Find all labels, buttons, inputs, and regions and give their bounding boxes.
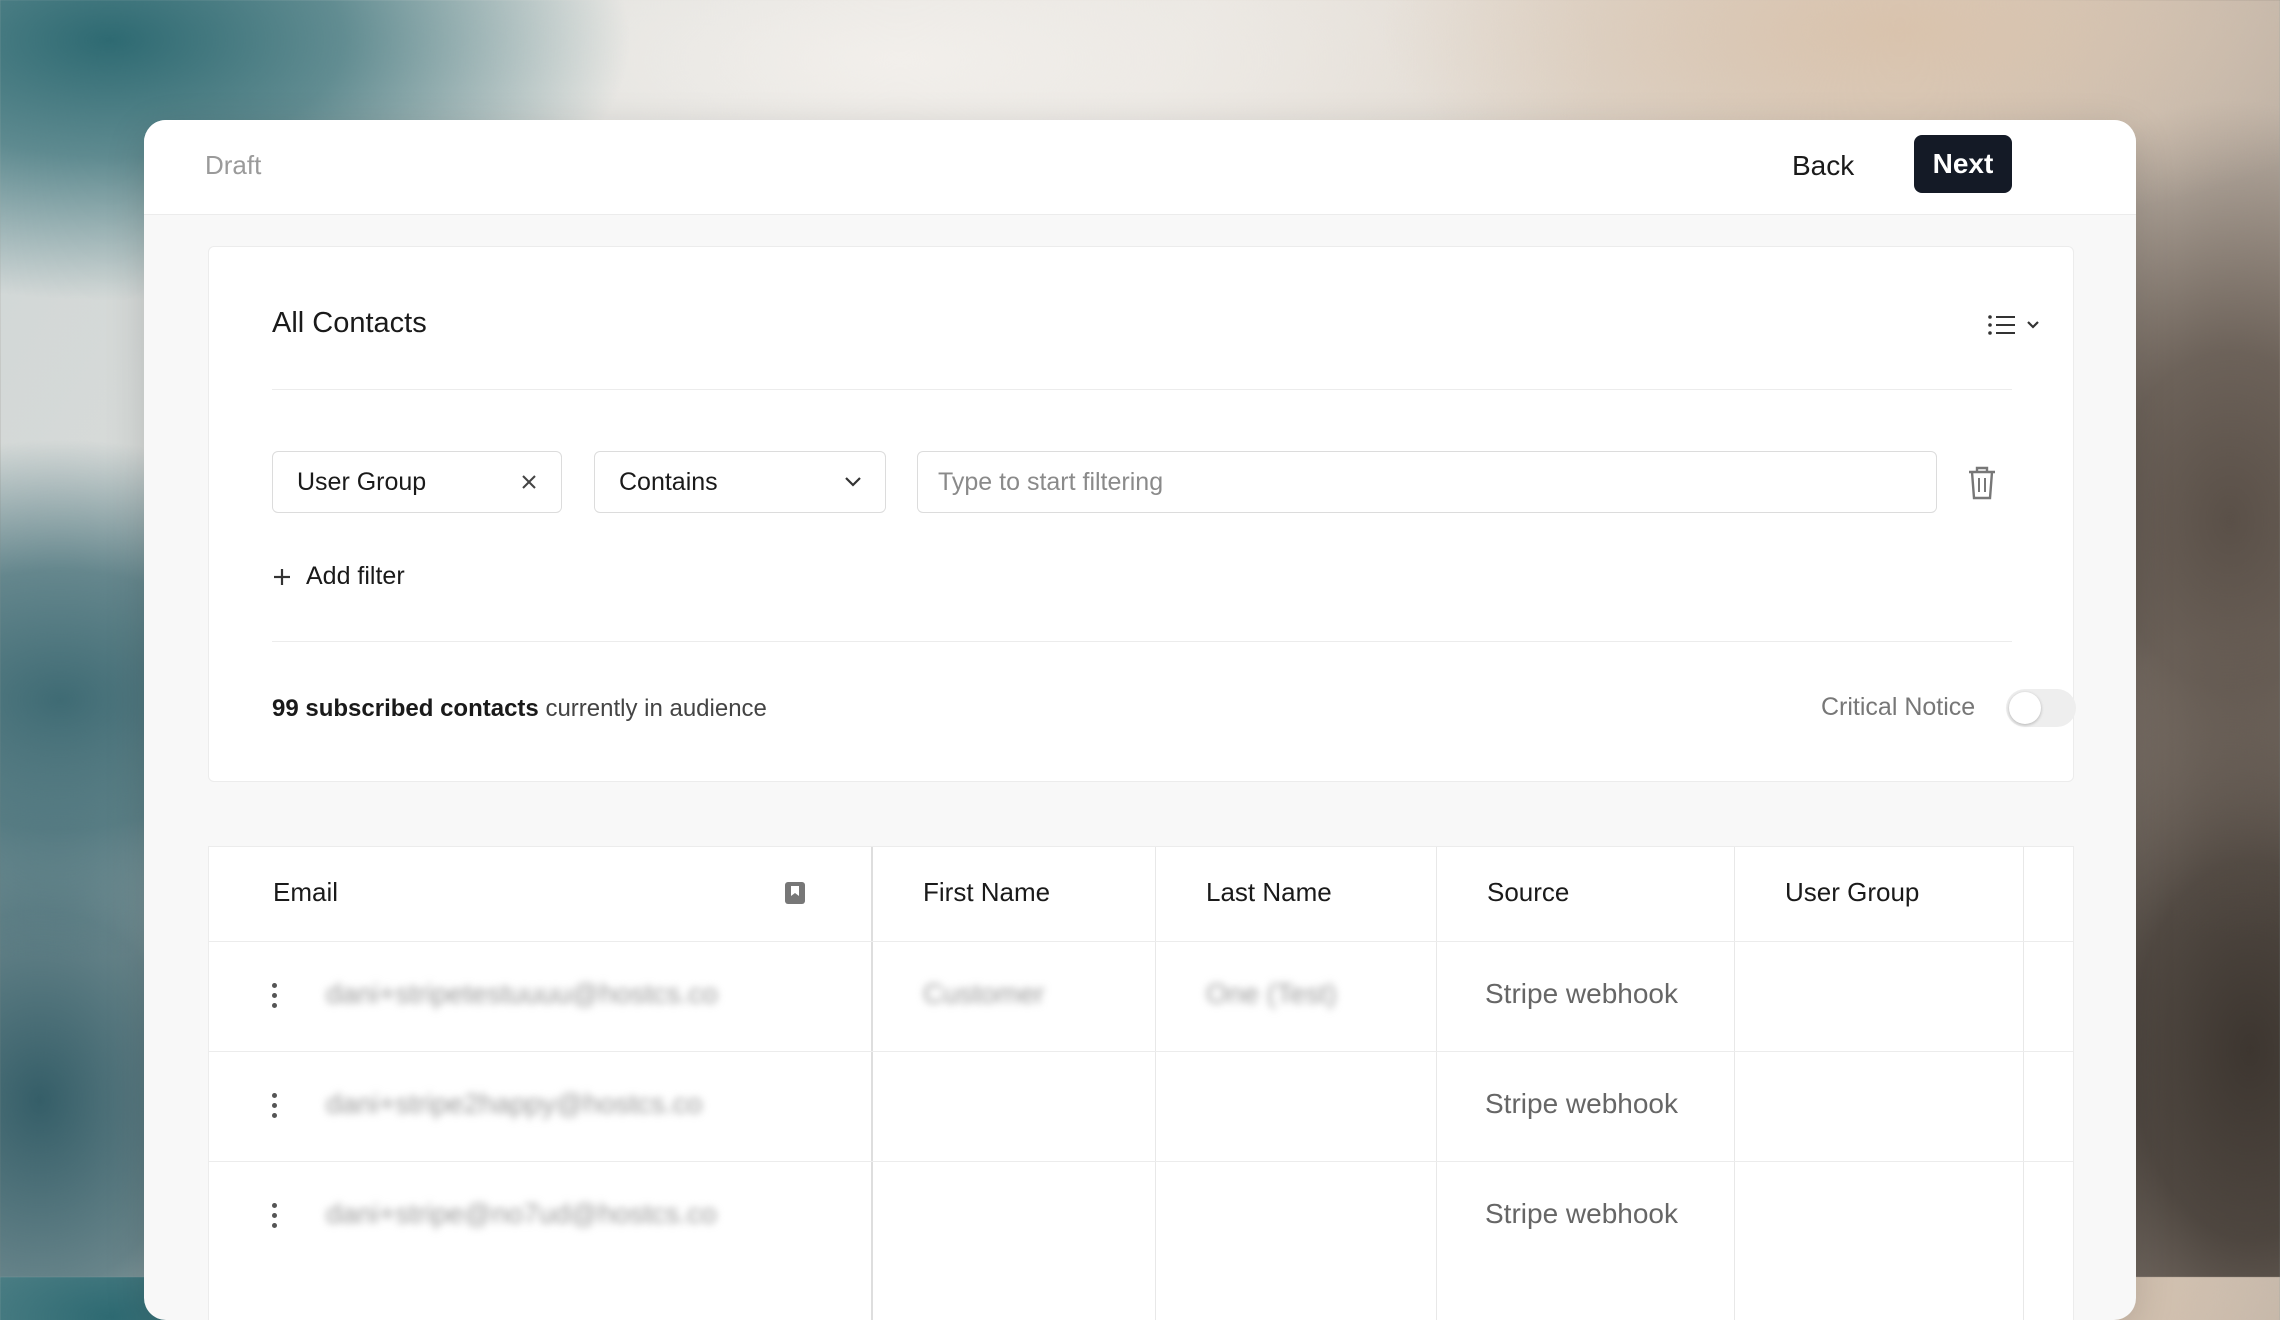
bookmark-icon[interactable] [784, 881, 806, 905]
column-divider [1155, 847, 1156, 1320]
chevron-down-icon [2027, 321, 2039, 329]
contacts-table: Email First Name Last Name Source User G… [208, 846, 2074, 1320]
view-options-button[interactable] [1987, 309, 2047, 341]
filter-field-select[interactable]: User Group [272, 451, 562, 513]
back-button[interactable]: Back [1792, 150, 1854, 182]
critical-notice-label: Critical Notice [1821, 693, 1976, 721]
toggle-knob [2009, 692, 2041, 724]
row-divider [209, 1161, 2073, 1162]
column-header-user-group[interactable]: User Group [1785, 877, 1919, 908]
chevron-down-icon [845, 477, 861, 487]
column-header-source[interactable]: Source [1487, 877, 1569, 908]
last-name-cell: One (Test) [1206, 978, 1337, 1009]
first-name-cell: Customer [923, 978, 1045, 1009]
trash-icon[interactable] [1965, 465, 1999, 501]
status-label: Draft [205, 150, 262, 180]
add-filter-label: Add filter [306, 562, 405, 590]
audience-card: All Contacts User Group Contains Type to… [208, 246, 2076, 782]
row-menu-button[interactable] [272, 983, 278, 1011]
critical-notice-toggle[interactable] [2006, 689, 2076, 727]
column-header-first-name[interactable]: First Name [923, 877, 1050, 908]
source-cell: Stripe webhook [1485, 1198, 1679, 1229]
row-divider [209, 941, 2073, 942]
divider [272, 389, 2012, 390]
next-button[interactable]: Next [1914, 135, 2012, 193]
audience-title: All Contacts [272, 307, 427, 339]
campaign-window: Draft Back Next All Contacts User Group [144, 120, 2136, 1320]
close-icon[interactable] [519, 472, 539, 492]
source-cell: Stripe webhook [1485, 1088, 1679, 1119]
filter-field-value: User Group [297, 467, 427, 496]
top-bar: Draft Back Next [144, 120, 2136, 215]
column-header-email[interactable]: Email [273, 877, 338, 908]
add-filter-button[interactable]: Add filter [272, 562, 405, 591]
row-divider [209, 1051, 2073, 1052]
filter-operator-select[interactable]: Contains [594, 451, 886, 513]
email-cell: dani+stripetestuuuu@hostcs.co [326, 978, 718, 1009]
summary-suffix: currently in audience [545, 695, 767, 722]
row-menu-button[interactable] [272, 1203, 278, 1231]
column-divider [2023, 847, 2024, 1320]
column-divider [1734, 847, 1735, 1320]
row-menu-button[interactable] [272, 1093, 278, 1121]
column-divider [871, 847, 873, 1320]
filter-value-input[interactable] [936, 466, 1918, 498]
list-icon [1988, 315, 2015, 335]
plus-icon [274, 568, 290, 585]
filter-value-field[interactable] [917, 451, 1937, 513]
subscribed-count: 99 subscribed contacts [272, 695, 539, 722]
source-cell: Stripe webhook [1485, 978, 1679, 1009]
filter-operator-value: Contains [619, 467, 718, 496]
audience-summary: 99 subscribed contacts currently in audi… [272, 695, 767, 723]
divider [272, 641, 2012, 642]
column-header-last-name[interactable]: Last Name [1206, 877, 1332, 908]
column-divider [1436, 847, 1437, 1320]
email-cell: dani+stripe@no7ud@hostcs.co [326, 1198, 717, 1229]
email-cell: dani+stripe2happy@hostcs.co [326, 1088, 703, 1119]
